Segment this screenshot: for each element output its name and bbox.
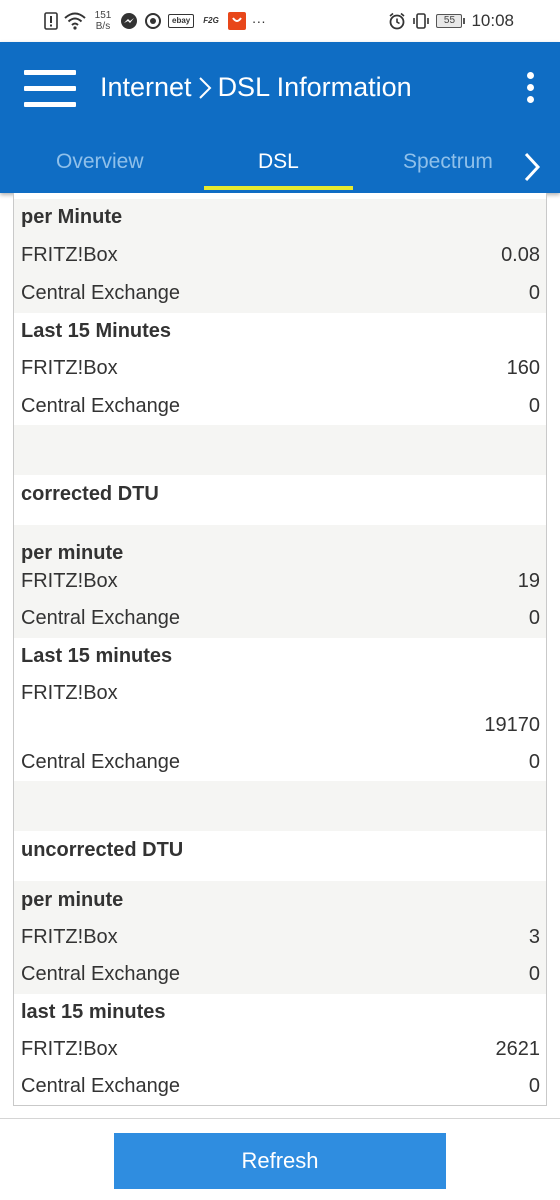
row-value: 0	[528, 751, 540, 773]
app-notification-icon	[144, 12, 162, 30]
spacer-row	[14, 781, 546, 831]
table-row: last 15 minutes	[14, 994, 546, 1032]
table-row: FRITZ!Box 3	[14, 919, 546, 957]
tab-bar: Overview DSL Spectrum	[0, 142, 560, 193]
shopping-app-icon	[227, 12, 246, 30]
row-value: 0	[528, 282, 540, 304]
row-value: 0	[528, 1075, 540, 1097]
section-header-row: corrected DTU	[14, 475, 546, 525]
row-label: FRITZ!Box	[21, 570, 118, 592]
chevron-right-icon	[198, 76, 212, 100]
table-row: Central Exchange 0	[14, 600, 546, 638]
row-label: Central Exchange	[21, 607, 180, 629]
table-row: Central Exchange 0	[14, 956, 546, 994]
tab-overview[interactable]: Overview	[56, 150, 144, 174]
row-label: Central Exchange	[21, 395, 180, 417]
row-value: 2621	[495, 1038, 541, 1060]
breadcrumb-section: Internet	[100, 72, 192, 102]
table-row: FRITZ!Box 19	[14, 563, 546, 601]
table-row: Last 15 minutes	[14, 638, 546, 676]
row-label: per minute	[21, 889, 124, 911]
table-row: Central Exchange 0	[14, 1068, 546, 1105]
table-row: FRITZ!Box 2621	[14, 1031, 546, 1069]
alarm-icon	[388, 12, 406, 30]
breadcrumb-page: DSL Information	[217, 72, 412, 102]
row-value: 3	[528, 926, 540, 948]
table-row: per minute	[14, 525, 546, 564]
table-row: Last 15 Minutes	[14, 313, 546, 351]
row-label: FRITZ!Box	[21, 1038, 118, 1060]
app-bar: Internet DSL Information Overview DSL Sp…	[0, 42, 560, 193]
f2g-icon: F2G	[203, 16, 219, 25]
row-label: FRITZ!Box	[21, 244, 118, 266]
clock: 10:08	[471, 11, 514, 30]
ebay-icon: ebay	[168, 14, 195, 28]
row-label: Central Exchange	[21, 963, 180, 985]
refresh-button[interactable]: Refresh	[114, 1133, 446, 1189]
tabs-scroll-right-icon[interactable]	[520, 150, 544, 184]
row-label: Central Exchange	[21, 1075, 180, 1097]
status-bar-left: 151 B/s ebay F2G ···	[44, 8, 266, 34]
table-row: 19170	[14, 707, 546, 745]
wifi-icon	[64, 12, 86, 30]
row-label: Last 15 Minutes	[21, 320, 172, 342]
table-row: FRITZ!Box 0.08	[14, 237, 546, 275]
tab-dsl[interactable]: DSL	[258, 150, 299, 174]
dsl-statistics-table: per Minute FRITZ!Box 0.08 Central Exchang…	[13, 193, 547, 1106]
row-value: 0	[528, 395, 540, 417]
status-bar: 151 B/s ebay F2G ··· 55 10:08	[0, 0, 560, 42]
row-label: Last 15 minutes	[21, 645, 173, 667]
row-value: 19170	[484, 714, 540, 736]
section-title: uncorrected DTU	[21, 839, 184, 861]
status-bar-right: 55 10:08	[388, 8, 514, 34]
row-value: 0	[528, 607, 540, 629]
section-title: corrected DTU	[21, 483, 159, 505]
messenger-icon	[120, 12, 138, 30]
section-header-row: uncorrected DTU	[14, 831, 546, 881]
table-row: per Minute	[14, 199, 546, 237]
table-row: per minute	[14, 881, 546, 919]
row-label: FRITZ!Box	[21, 357, 118, 379]
row-label: FRITZ!Box	[21, 682, 118, 704]
bottom-bar: Refresh	[0, 1118, 560, 1200]
row-label: Central Exchange	[21, 751, 180, 773]
table-row: Central Exchange 0	[14, 275, 546, 313]
active-tab-indicator	[204, 186, 353, 190]
network-speed: 151 B/s	[94, 10, 112, 32]
table-row: Central Exchange 0	[14, 388, 546, 426]
vibrate-icon	[412, 12, 430, 30]
table-row: Central Exchange 0	[14, 744, 546, 782]
tab-spectrum[interactable]: Spectrum	[403, 150, 493, 174]
more-notifications: ···	[251, 13, 266, 29]
row-label: per Minute	[21, 206, 123, 228]
row-label: last 15 minutes	[21, 1001, 166, 1023]
hamburger-menu-icon[interactable]	[24, 68, 76, 110]
row-value: 19	[517, 570, 540, 592]
alert-sim-icon	[44, 12, 58, 30]
row-label: per minute	[21, 542, 124, 564]
row-label: FRITZ!Box	[21, 926, 118, 948]
overflow-menu-icon[interactable]	[520, 72, 540, 112]
row-value: 0	[528, 963, 540, 985]
page-title: Internet DSL Information	[100, 72, 412, 103]
row-value: 160	[506, 357, 540, 379]
row-label: Central Exchange	[21, 282, 180, 304]
row-value: 0.08	[501, 244, 540, 266]
table-row: FRITZ!Box 160	[14, 350, 546, 388]
battery-level: 55	[436, 14, 463, 28]
battery-icon: 55	[436, 14, 466, 28]
spacer-row	[14, 425, 546, 475]
